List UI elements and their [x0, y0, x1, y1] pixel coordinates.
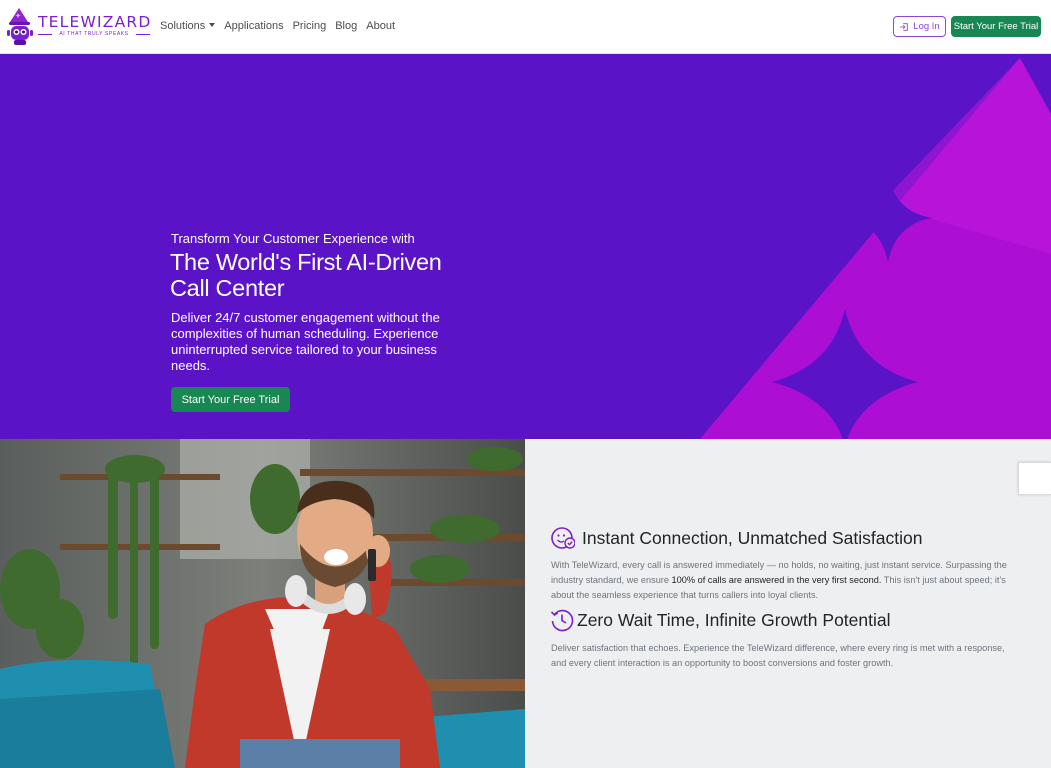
nav-item-label: Applications — [224, 20, 284, 32]
nav-item-pricing[interactable]: Pricing — [293, 20, 327, 32]
hero-free-trial-button[interactable]: Start Your Free Trial — [171, 387, 290, 412]
nav-item-applications[interactable]: Applications — [224, 20, 283, 32]
chevron-down-icon — [209, 23, 216, 27]
features-panel — [525, 439, 1051, 768]
nav-item-label: Blog — [335, 20, 358, 32]
hero-section: Transform Your Customer Experience with … — [0, 54, 1051, 439]
top-navbar: TELEWIZARD AI THAT TRULY SPEAKS Solution… — [0, 0, 1051, 54]
hero-pretitle: Transform Your Customer Experience with — [171, 231, 415, 246]
wizard-hat-graphic — [700, 58, 1051, 439]
hero-title: The World's First AI-Driven Call Center — [170, 249, 442, 301]
nav-item-blog[interactable]: Blog — [335, 20, 357, 32]
feature-body-zero-wait: Deliver satisfaction that echoes. Experi… — [551, 643, 1005, 668]
nav-item-about[interactable]: About — [366, 20, 395, 32]
smile-check-icon — [551, 527, 575, 549]
nav-item-label: Solutions — [160, 20, 206, 32]
login-icon — [900, 22, 909, 31]
nav-item-label: About — [366, 20, 395, 32]
brand-logo[interactable]: TELEWIZARD AI THAT TRULY SPEAKS — [6, 7, 150, 47]
wizard-robot-logo-icon — [7, 8, 33, 45]
feature-body-highlight: 100% of calls are answered in the very f… — [671, 575, 882, 585]
nav-free-trial-button[interactable]: Start Your Free Trial — [951, 16, 1041, 37]
photo-illustration — [0, 439, 525, 768]
nav-menu: Solutions Applications Pricing Blog Abou… — [160, 20, 404, 32]
nav-item-solutions[interactable]: Solutions — [160, 20, 216, 32]
brand-tagline: AI THAT TRULY SPEAKS — [38, 31, 150, 37]
clock-history-icon — [550, 609, 574, 632]
nav-item-label: Pricing — [292, 20, 327, 32]
brand-name: TELEWIZARD — [38, 13, 152, 31]
feature-title-zero-wait: Zero Wait Time, Infinite Growth Potentia… — [577, 610, 891, 630]
recaptcha-badge[interactable] — [1018, 462, 1051, 495]
login-label: Log In — [913, 21, 940, 32]
man-on-phone-photo — [0, 439, 525, 768]
hero-description: Deliver 24/7 customer engagement without… — [171, 310, 440, 373]
login-button[interactable]: Log In — [893, 16, 946, 37]
feature-title-instant-connection: Instant Connection, Unmatched Satisfacti… — [582, 528, 923, 548]
feature-body-instant-connection: With TeleWizard, every call is answered … — [551, 558, 1021, 603]
